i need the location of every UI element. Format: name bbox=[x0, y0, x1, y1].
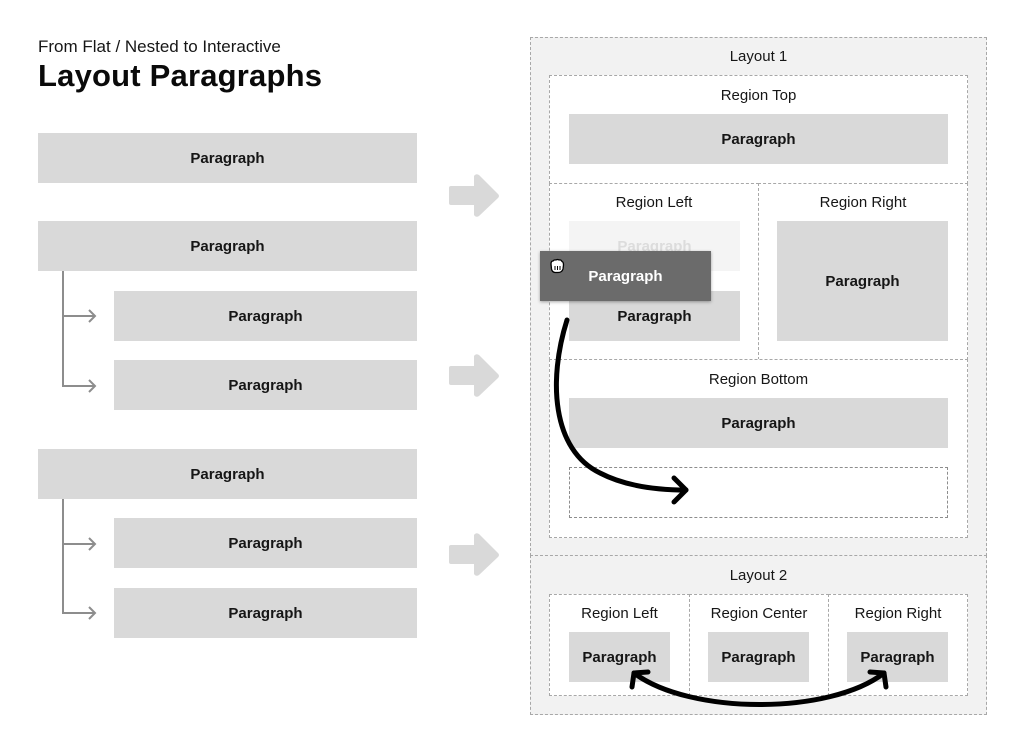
nested-child-paragraph: Paragraph bbox=[114, 291, 417, 341]
diagram-title: Layout Paragraphs bbox=[38, 58, 323, 93]
dragging-paragraph-label: Paragraph bbox=[588, 267, 663, 285]
grab-hand-icon bbox=[548, 257, 566, 275]
layout-2-region-left-label: Region Left bbox=[581, 605, 658, 622]
layout-2-region-center-label: Region Center bbox=[710, 605, 808, 622]
region-bottom-paragraph[interactable]: Paragraph bbox=[569, 398, 948, 448]
region-top-paragraph[interactable]: Paragraph bbox=[569, 114, 948, 164]
tree-connector bbox=[62, 271, 97, 393]
transform-arrow-icon bbox=[449, 174, 499, 217]
diagram-subtitle: From Flat / Nested to Interactive bbox=[38, 37, 281, 56]
transform-arrow-icon bbox=[449, 533, 499, 576]
region-left-label: Region Left bbox=[615, 194, 693, 211]
nested-child-paragraph: Paragraph bbox=[114, 518, 417, 568]
nested-parent-paragraph: Paragraph bbox=[38, 221, 417, 271]
nested-parent-paragraph: Paragraph bbox=[38, 449, 417, 499]
drop-target[interactable] bbox=[569, 467, 948, 518]
nested-child-paragraph: Paragraph bbox=[114, 588, 417, 638]
layout-1-title: Layout 1 bbox=[729, 48, 788, 65]
layout-2-region-right-paragraph[interactable]: Paragraph bbox=[847, 632, 948, 682]
nested-child-paragraph: Paragraph bbox=[114, 360, 417, 410]
layout-2-region-center-paragraph[interactable]: Paragraph bbox=[708, 632, 809, 682]
layout-2-title: Layout 2 bbox=[729, 567, 788, 584]
region-right-paragraph[interactable]: Paragraph bbox=[777, 221, 948, 341]
transform-arrow-icon bbox=[449, 354, 499, 397]
flat-paragraph: Paragraph bbox=[38, 133, 417, 183]
layout-2-region-left-paragraph[interactable]: Paragraph bbox=[569, 632, 670, 682]
layout-2-region-right-label: Region Right bbox=[854, 605, 942, 622]
region-top-label: Region Top bbox=[720, 87, 797, 104]
tree-connector bbox=[62, 499, 97, 620]
region-right-label: Region Right bbox=[819, 194, 907, 211]
region-bottom-label: Region Bottom bbox=[708, 371, 809, 388]
